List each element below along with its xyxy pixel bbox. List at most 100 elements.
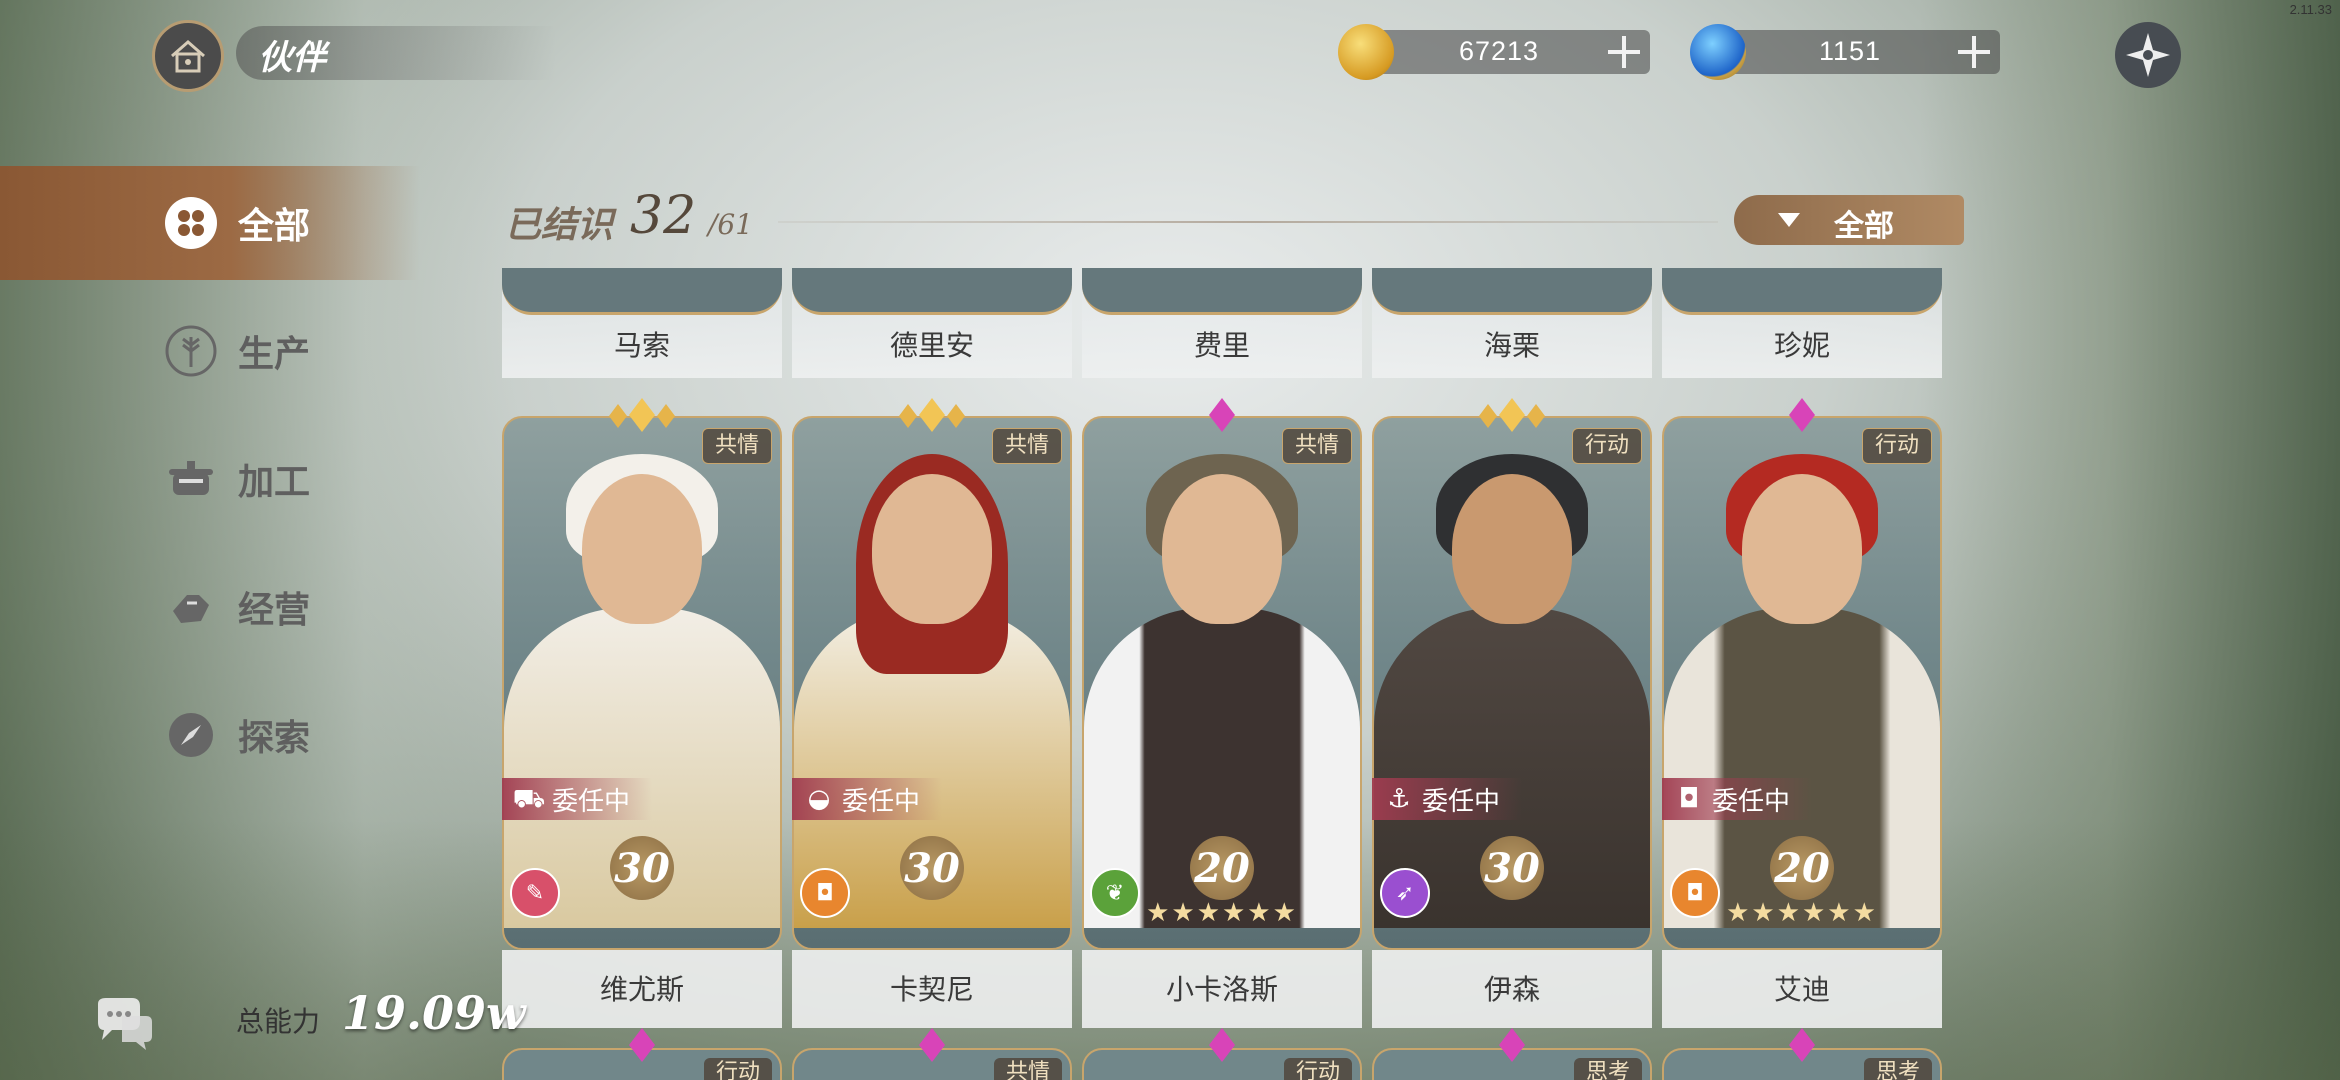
sidebar-item-label: 加工	[238, 461, 311, 503]
partner-name: 珍妮	[1773, 329, 1830, 362]
sidebar-item-label: 经营	[238, 589, 311, 631]
partner-card-partial[interactable]: 思考	[1662, 1028, 1942, 1080]
compass-icon	[164, 708, 218, 762]
rarity-gem	[1209, 398, 1235, 432]
partner-card[interactable]: 共情 ⛟ 委任中 30 ✎ 维尤斯	[502, 398, 782, 1028]
gem-amount: 1151	[1818, 36, 1882, 66]
portrait-face	[872, 474, 992, 624]
status-text: 委任中	[552, 786, 631, 817]
partner-name: 卡契尼	[889, 973, 974, 1006]
trait-tag: 行动	[1283, 1058, 1352, 1080]
level-badge: 30	[900, 836, 964, 900]
filter-dropdown[interactable]: 全部	[1734, 195, 1964, 245]
partner-name: 小卡洛斯	[1165, 973, 1278, 1006]
gem-currency: 1151	[1690, 24, 2000, 80]
trait-tag: 行动	[703, 1058, 772, 1080]
chat-button[interactable]	[92, 996, 154, 1050]
partner-card[interactable]: 行动 ◘ 委任中 20 ◘ ★★★★★★ 艾迪	[1662, 398, 1942, 1028]
portrait-face	[1452, 474, 1572, 624]
home-button[interactable]	[152, 20, 224, 92]
partner-card-partial[interactable]: 共情	[792, 1028, 1072, 1080]
sidebar-item-business[interactable]: 经营	[164, 572, 464, 642]
wheat-icon: ❦	[1090, 868, 1140, 918]
card-frame	[1662, 268, 1942, 315]
status-badge: ⛟ 委任中	[502, 778, 652, 820]
rarity-gem	[1789, 1028, 1815, 1062]
compass-icon: ➶	[1380, 868, 1430, 918]
partner-card-partial[interactable]: 马索	[502, 268, 782, 378]
card-frame	[1372, 268, 1652, 315]
trait-tag: 共情	[701, 428, 772, 464]
status-text: 委任中	[1712, 786, 1791, 817]
sidebar-item-label: 全部	[238, 205, 311, 247]
partner-card-partial[interactable]: 珍妮	[1662, 268, 1942, 378]
version-label: 2.11.33	[2289, 2, 2332, 17]
rarity-gem	[609, 398, 675, 432]
pot-icon: ◘	[800, 868, 850, 918]
status-badge: ⚓ 委任中	[1372, 778, 1522, 820]
gold-currency: 67213	[1338, 24, 1650, 80]
rarity-gem	[899, 398, 965, 432]
partner-name: 维尤斯	[599, 973, 684, 1006]
portrait-face	[582, 474, 702, 624]
add-gold-button[interactable]	[1604, 32, 1644, 72]
partner-grid[interactable]: 马索 德里安 费里 海栗 珍妮 共情 ⛟ 委任中 30 ✎ 维尤斯 共情 ◒ 委…	[500, 268, 1942, 1080]
gold-amount: 67213	[1458, 36, 1540, 66]
partner-name: 伊森	[1483, 973, 1540, 1006]
shuriken-icon	[2126, 33, 2170, 77]
sidebar-item-processing[interactable]: 加工	[164, 444, 464, 514]
blue-gem-icon	[1690, 24, 1746, 80]
card-frame	[502, 268, 782, 315]
triangle-down-icon	[1778, 213, 1800, 227]
status-text: 委任中	[842, 786, 921, 817]
partner-card-partial[interactable]: 费里	[1082, 268, 1362, 378]
header-divider	[778, 221, 1718, 223]
page-title: 伙伴	[258, 38, 326, 78]
sidebar-item-all[interactable]: 全部	[164, 188, 464, 258]
scroll-icon: ✎	[510, 868, 560, 918]
card-frame	[1082, 268, 1362, 315]
filter-label: 全部	[1834, 209, 1894, 244]
portrait-face	[1162, 474, 1282, 624]
partner-card[interactable]: 行动 ⚓ 委任中 30 ➶ 伊森	[1372, 398, 1652, 1028]
partner-card[interactable]: 共情 ◒ 委任中 30 ◘ 卡契尼	[792, 398, 1072, 1028]
sidebar-item-explore[interactable]: 探索	[164, 700, 464, 770]
home-icon	[171, 40, 205, 73]
sidebar-item-production[interactable]: 生产	[164, 316, 464, 386]
star-rating: ★★★★★★	[1726, 898, 1878, 928]
grid-icon	[164, 196, 218, 250]
total-power-label: 总能力	[236, 1005, 321, 1038]
status-badge: ◒ 委任中	[792, 778, 942, 820]
partner-card[interactable]: 共情 20 ❦ ★★★★★★ 小卡洛斯	[1082, 398, 1362, 1028]
pot-icon	[164, 452, 218, 506]
status-badge: ◘ 委任中	[1662, 778, 1812, 820]
pot-icon: ◘	[1678, 784, 1700, 814]
partner-card-partial[interactable]: 行动	[1082, 1028, 1362, 1080]
partner-name: 费里	[1193, 329, 1250, 362]
partner-card-partial[interactable]: 海栗	[1372, 268, 1652, 378]
partner-card-partial[interactable]: 行动	[502, 1028, 782, 1080]
add-gem-button[interactable]	[1954, 32, 1994, 72]
partner-card-partial[interactable]: 思考	[1372, 1028, 1652, 1080]
total-power-value: 19.09w	[342, 986, 526, 1040]
chat-bubble-icon	[98, 998, 152, 1050]
rarity-gem	[919, 1028, 945, 1062]
rarity-gem	[1499, 1028, 1525, 1062]
cart-icon: ⛟	[512, 784, 546, 814]
known-total: /61	[708, 208, 754, 241]
gold-coin-icon	[1338, 24, 1394, 80]
status-text: 委任中	[1422, 786, 1501, 817]
trait-tag: 行动	[1571, 428, 1642, 464]
partner-name: 德里安	[889, 329, 974, 362]
partner-card-partial[interactable]: 德里安	[792, 268, 1072, 378]
portrait-face	[1742, 474, 1862, 624]
settings-button[interactable]	[2115, 22, 2181, 88]
partner-name: 马索	[613, 329, 670, 362]
trait-tag: 共情	[993, 1058, 1062, 1080]
level-badge: 30	[610, 836, 674, 900]
sidebar-item-label: 探索	[238, 717, 311, 759]
anchor-icon: ⚓	[1387, 784, 1411, 814]
rarity-gem	[1209, 1028, 1235, 1062]
rarity-gem	[1479, 398, 1545, 432]
bowl-icon: ◒	[807, 784, 831, 814]
